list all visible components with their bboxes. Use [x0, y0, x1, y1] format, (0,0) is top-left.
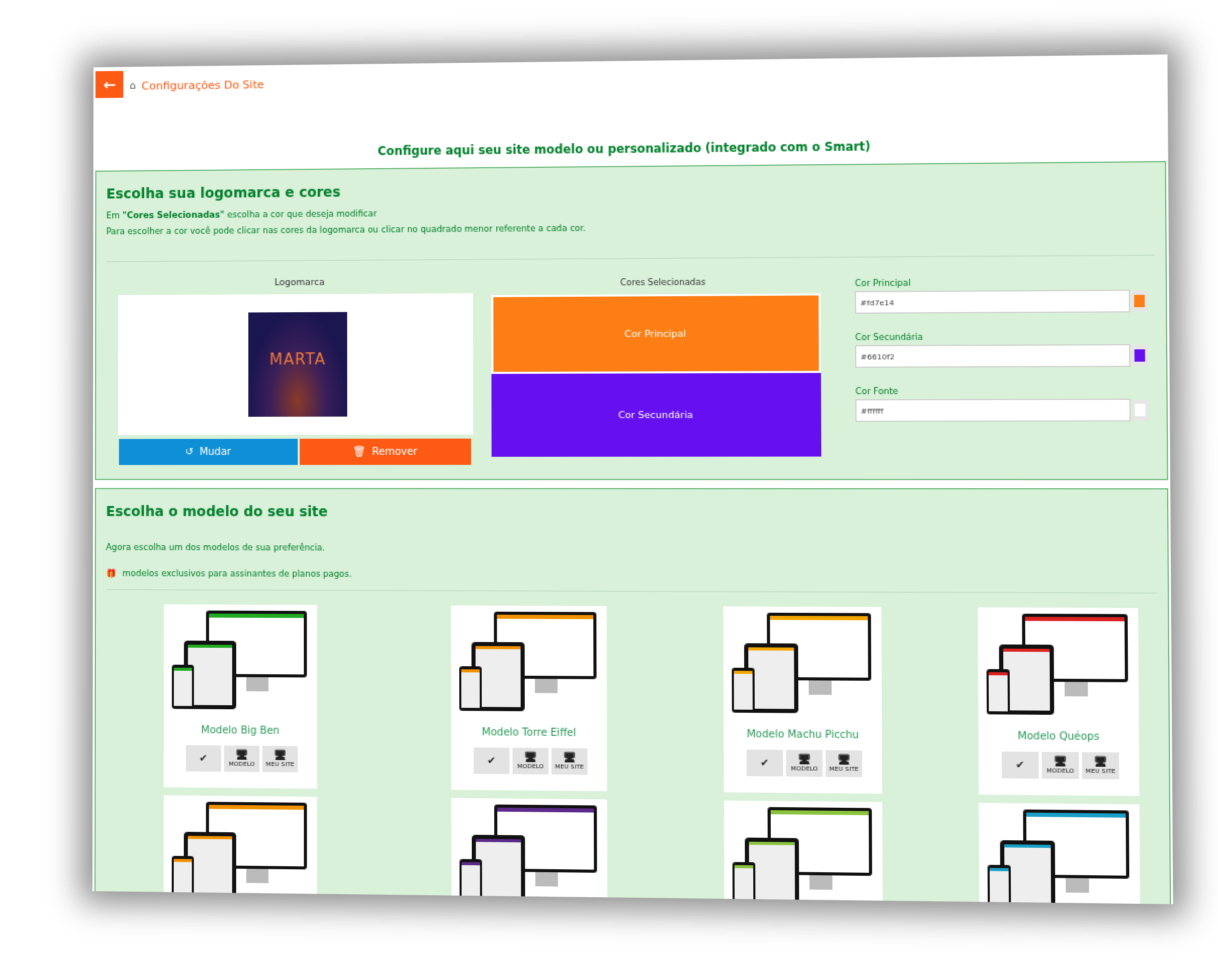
check-icon: ✔ — [487, 755, 496, 767]
breadcrumb-current[interactable]: Configurações Do Site — [142, 78, 264, 92]
primary-color-input[interactable] — [854, 289, 1130, 314]
monitor-icon: 🖥 — [797, 754, 811, 766]
model-preview-image[interactable] — [459, 611, 599, 718]
monitor-icon: 🖥 — [1053, 756, 1068, 768]
primary-color-swatch[interactable] — [1130, 290, 1148, 312]
monitor-icon: 🖥 — [523, 751, 538, 764]
back-button[interactable]: ← — [95, 70, 124, 99]
primary-color-label: Cor Principal — [854, 278, 911, 290]
font-color-input[interactable] — [855, 398, 1131, 422]
check-icon: ✔ — [1015, 759, 1025, 771]
page-title: Configure aqui seu site modelo ou person… — [377, 139, 871, 159]
model-card: Modelo Torre Eiffel ✔ 🖥 MODELO 🖥 MEU SITE — [451, 605, 608, 792]
model-card — [978, 802, 1141, 905]
refresh-icon: ↺ — [185, 446, 194, 458]
model-section: Escolha o modelo do seu site Agora escol… — [94, 487, 1172, 905]
arrow-left-icon: ← — [103, 75, 116, 94]
model-card: Modelo Big Ben ✔ 🖥 MODELO 🖥 MEU SITE — [163, 604, 318, 789]
select-model-button[interactable]: ✔ — [185, 745, 222, 772]
phone-mockup — [171, 664, 194, 710]
home-icon[interactable]: ⌂ — [129, 81, 135, 92]
check-icon: ✔ — [760, 757, 770, 769]
model-name: Modelo Quéops — [1017, 731, 1100, 743]
model-card — [451, 797, 608, 905]
secondary-color-swatch[interactable] — [1131, 345, 1149, 366]
page: ← ⌂ Configurações Do Site Configure aqui… — [92, 54, 1174, 905]
logo-colors-section: Escolha sua logomarca e cores Em "Cores … — [94, 161, 1169, 481]
model-name: Modelo Big Ben — [201, 725, 280, 737]
model-preview-image[interactable] — [987, 809, 1131, 905]
breadcrumb: ⌂ Configurações Do Site — [129, 78, 264, 92]
section-heading: Escolha o modelo do seu site — [105, 504, 328, 521]
instruction-line-1: Em "Cores Selecionadas" escolha a cor qu… — [106, 209, 377, 222]
model-card: Modelo Machu Picchu ✔ 🖥 MODELO 🖥 MEU SITE — [723, 606, 883, 794]
font-color-label: Cor Fonte — [855, 386, 899, 398]
model-preview-image[interactable] — [459, 804, 599, 905]
monitor-icon: 🖥 — [1093, 756, 1108, 768]
phone-mockup — [459, 666, 482, 711]
primary-color-box[interactable]: Cor Principal — [491, 293, 821, 374]
secondary-color-input[interactable] — [855, 344, 1131, 368]
selected-colors-label: Cores Selecionadas — [620, 277, 706, 289]
phone-mockup — [171, 855, 194, 901]
instruction-line-2: Para escolher a cor você pode clicar nas… — [106, 223, 586, 238]
preview-my-site-button[interactable]: 🖥 MEU SITE — [1081, 752, 1120, 780]
exclusive-note: 🎁 modelos exclusivos para assinantes de p… — [105, 569, 352, 580]
remove-logo-button[interactable]: 🗑 Remover — [299, 438, 472, 465]
divider — [106, 254, 1155, 263]
secondary-color-label: Cor Secundária — [855, 332, 924, 344]
preview-model-button[interactable]: 🖥 MODELO — [1041, 751, 1079, 779]
model-preview-image[interactable] — [732, 807, 874, 905]
select-model-button[interactable]: ✔ — [473, 747, 510, 775]
section-heading: Escolha sua logomarca e cores — [106, 184, 341, 203]
preview-model-button[interactable]: 🖥 MODELO — [224, 745, 260, 772]
model-preview-image[interactable] — [986, 613, 1130, 722]
secondary-color-box[interactable]: Cor Secundária — [491, 372, 822, 457]
font-color-swatch[interactable] — [1131, 399, 1149, 421]
monitor-icon: 🖥 — [273, 749, 287, 762]
check-icon: ✔ — [199, 752, 208, 765]
model-card — [723, 800, 884, 905]
model-card — [163, 795, 318, 905]
monitor-icon: 🖥 — [235, 749, 249, 761]
logo-label: Logomarca — [274, 277, 325, 289]
select-model-button[interactable]: ✔ — [746, 749, 784, 777]
preview-my-site-button[interactable]: 🖥 MEU SITE — [262, 745, 298, 773]
change-logo-button[interactable]: ↺ Mudar — [118, 438, 298, 465]
phone-mockup — [732, 861, 756, 905]
monitor-icon: 🖥 — [562, 752, 577, 764]
gift-icon: 🎁 — [105, 569, 117, 580]
model-name: Modelo Torre Eiffel — [481, 727, 577, 740]
phone-mockup — [986, 669, 1010, 715]
preview-my-site-button[interactable]: 🖥 MEU SITE — [825, 750, 863, 778]
model-preview-image[interactable] — [731, 612, 874, 720]
logo-image[interactable]: MARTA — [248, 312, 348, 417]
phone-mockup — [987, 864, 1011, 905]
model-preview-image[interactable] — [171, 801, 309, 904]
trash-icon: 🗑 — [353, 446, 366, 458]
divider — [105, 589, 1158, 594]
phone-mockup — [731, 667, 755, 713]
phone-mockup — [459, 859, 483, 905]
model-name: Modelo Machu Picchu — [746, 729, 859, 742]
model-subtitle: Agora escolha um dos modelos de sua pref… — [105, 543, 326, 554]
preview-my-site-button[interactable]: 🖥 MEU SITE — [551, 748, 588, 775]
select-model-button[interactable]: ✔ — [1001, 751, 1039, 779]
preview-model-button[interactable]: 🖥 MODELO — [512, 747, 549, 775]
logo-preview: MARTA — [118, 293, 474, 435]
model-card: Modelo Quéops ✔ 🖥 MODELO 🖥 MEU SITE — [977, 607, 1140, 797]
model-preview-image[interactable] — [171, 610, 309, 715]
preview-model-button[interactable]: 🖥 MODELO — [786, 749, 823, 777]
monitor-icon: 🖥 — [837, 754, 851, 766]
